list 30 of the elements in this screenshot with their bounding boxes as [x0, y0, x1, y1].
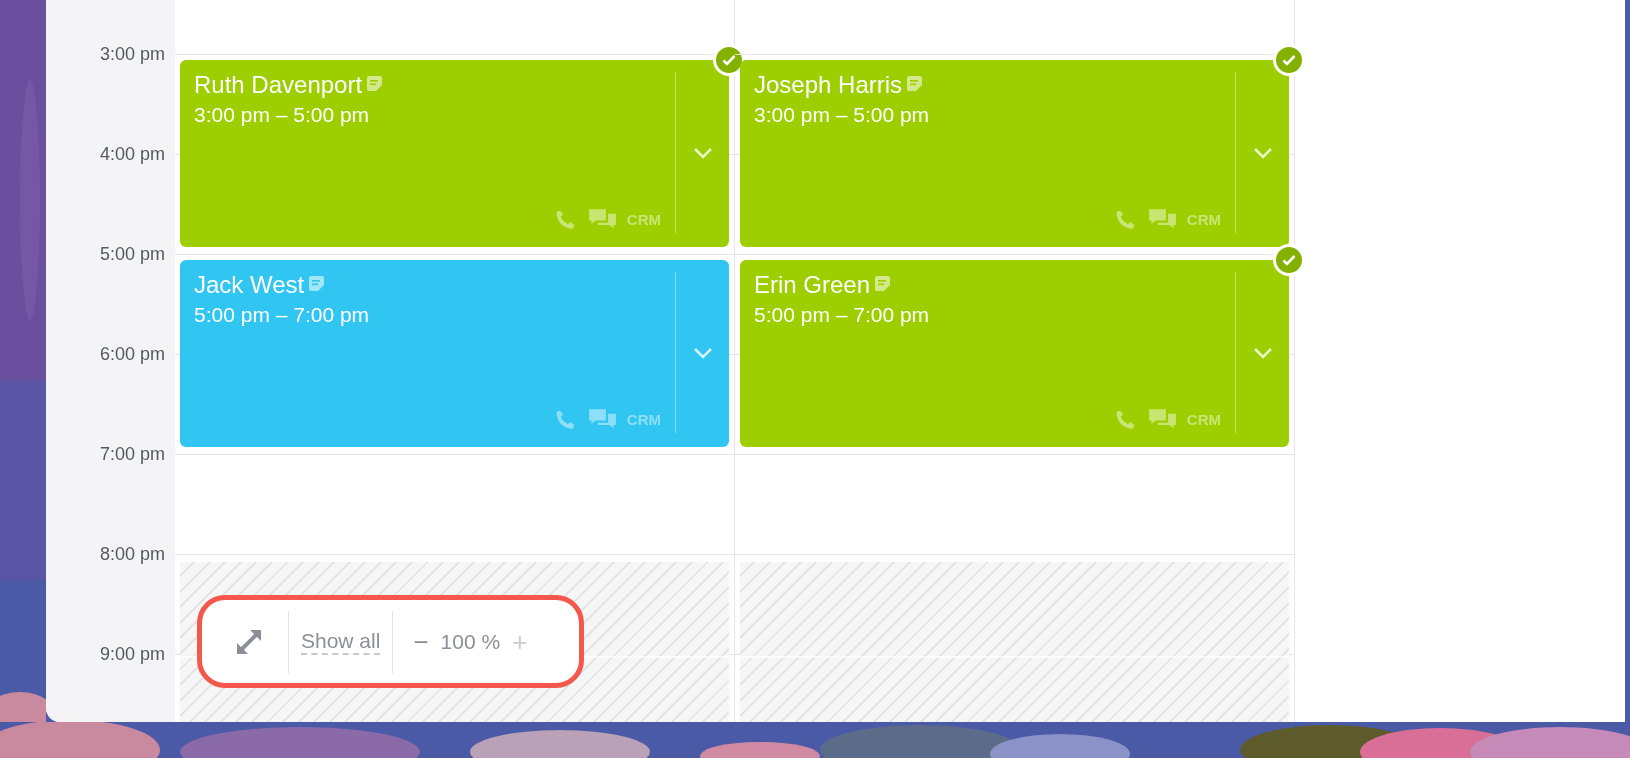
crm-link[interactable]: CRM — [1186, 209, 1221, 232]
time-label: 9:00 pm — [99, 642, 165, 666]
time-label: 8:00 pm — [99, 542, 165, 566]
appointment-card[interactable]: Ruth Davenport 3:00 pm – 5:00 pm CRM — [180, 60, 729, 247]
crm-link[interactable]: CRM — [1186, 409, 1221, 432]
zoom-out-button[interactable]: − — [409, 628, 433, 655]
appointment-time: 5:00 pm – 7:00 pm — [194, 302, 371, 328]
appointment-card[interactable]: Jack West 5:00 pm – 7:00 pm CRM — [180, 260, 729, 447]
client-name: Joseph Harris — [754, 70, 903, 100]
crm-link[interactable]: CRM — [626, 209, 661, 232]
time-label: 7:00 pm — [99, 442, 165, 466]
appointment-card[interactable]: Joseph Harris 3:00 pm – 5:00 pm CRM — [740, 60, 1289, 247]
appointment-time: 3:00 pm – 5:00 pm — [754, 102, 931, 128]
time-label: 4:00 pm — [99, 142, 165, 166]
time-label: 6:00 pm — [99, 342, 165, 366]
time-label: 5:00 pm — [99, 242, 165, 266]
note-icon — [308, 275, 326, 292]
client-name: Ruth Davenport — [194, 70, 363, 100]
crm-link[interactable]: CRM — [626, 409, 661, 432]
zoom-level: 100 % — [440, 628, 501, 655]
appointment-time: 5:00 pm – 7:00 pm — [754, 302, 931, 328]
time-label: 3:00 pm — [99, 42, 165, 66]
client-name: Jack West — [194, 270, 305, 300]
note-icon — [906, 75, 924, 92]
show-all-link[interactable]: Show all — [301, 628, 381, 655]
note-icon — [874, 275, 892, 292]
note-icon — [366, 75, 384, 92]
appointment-card[interactable]: Erin Green 5:00 pm – 7:00 pm CRM — [740, 260, 1289, 447]
appointment-time: 3:00 pm – 5:00 pm — [194, 102, 371, 128]
client-name: Erin Green — [754, 270, 871, 300]
